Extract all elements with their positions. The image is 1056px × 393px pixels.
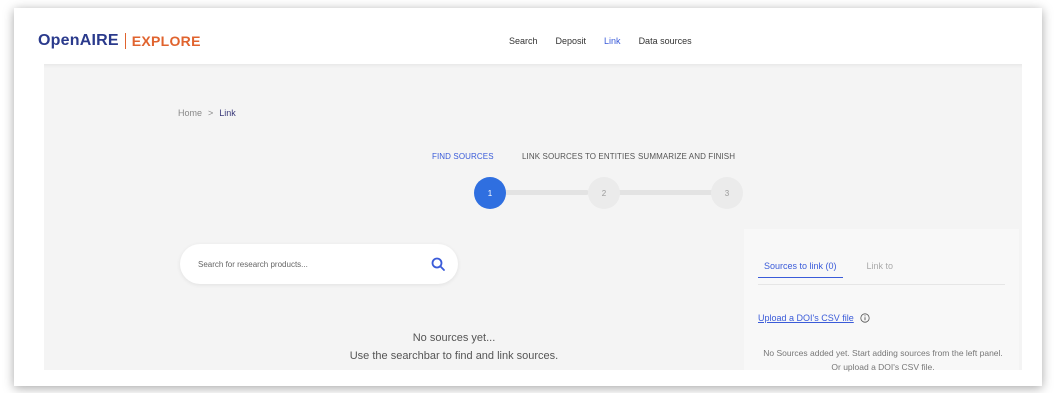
- sources-panel: Sources to link (0) Link to Upload a DOI…: [744, 229, 1019, 372]
- step-label-find-sources: FIND SOURCES: [432, 152, 494, 161]
- logo-divider: [124, 33, 126, 49]
- tabs-divider: [758, 284, 1005, 285]
- search-icon[interactable]: [430, 256, 446, 272]
- upload-csv-link[interactable]: Upload a DOI's CSV file: [758, 313, 854, 323]
- tab-link-to[interactable]: Link to: [867, 261, 894, 278]
- search-input[interactable]: [198, 259, 418, 269]
- logo-sub-text: EXPLORE: [131, 33, 201, 49]
- top-header: OpenAIRE EXPLORE Search Deposit Link Dat…: [14, 8, 1042, 64]
- info-icon[interactable]: [860, 313, 870, 323]
- empty-state-line-1: No sources yet...: [412, 332, 496, 344]
- logo-main-text: OpenAIRE: [38, 32, 119, 49]
- empty-state-line-2: Use the searchbar to find and link sourc…: [349, 350, 559, 362]
- step-2-circle[interactable]: 2: [588, 177, 620, 209]
- upload-row: Upload a DOI's CSV file: [758, 313, 870, 323]
- nav-deposit[interactable]: Deposit: [556, 36, 587, 46]
- search-bar: [180, 244, 458, 284]
- main-nav: Search Deposit Link Data sources: [509, 36, 692, 46]
- breadcrumb-current: Link: [219, 108, 236, 118]
- panel-tabs: Sources to link (0) Link to: [758, 261, 893, 278]
- step-1-circle[interactable]: 1: [474, 177, 506, 209]
- nav-search[interactable]: Search: [509, 36, 538, 46]
- nav-data-sources[interactable]: Data sources: [639, 36, 692, 46]
- breadcrumb-home[interactable]: Home: [178, 108, 202, 118]
- main-content: Home > Link FIND SOURCES LINK SOURCES TO…: [44, 64, 1022, 372]
- openaire-logo[interactable]: OpenAIRE EXPLORE: [38, 31, 201, 51]
- breadcrumb-separator-icon: >: [208, 108, 214, 118]
- panel-empty-message: No Sources added yet. Start adding sourc…: [763, 348, 1003, 372]
- step-label-summarize: SUMMARIZE AND FINISH: [638, 152, 736, 161]
- breadcrumb: Home > Link: [178, 108, 236, 118]
- step-connector-2: [604, 190, 719, 195]
- app-window: OpenAIRE EXPLORE Search Deposit Link Dat…: [14, 8, 1042, 386]
- step-3-circle[interactable]: 3: [711, 177, 743, 209]
- empty-state-message: No sources yet... Use the searchbar to f…: [244, 329, 664, 365]
- nav-link[interactable]: Link: [604, 36, 621, 46]
- step-label-link-sources: LINK SOURCES TO ENTITIES: [522, 152, 636, 161]
- tab-sources-to-link[interactable]: Sources to link (0): [758, 261, 843, 278]
